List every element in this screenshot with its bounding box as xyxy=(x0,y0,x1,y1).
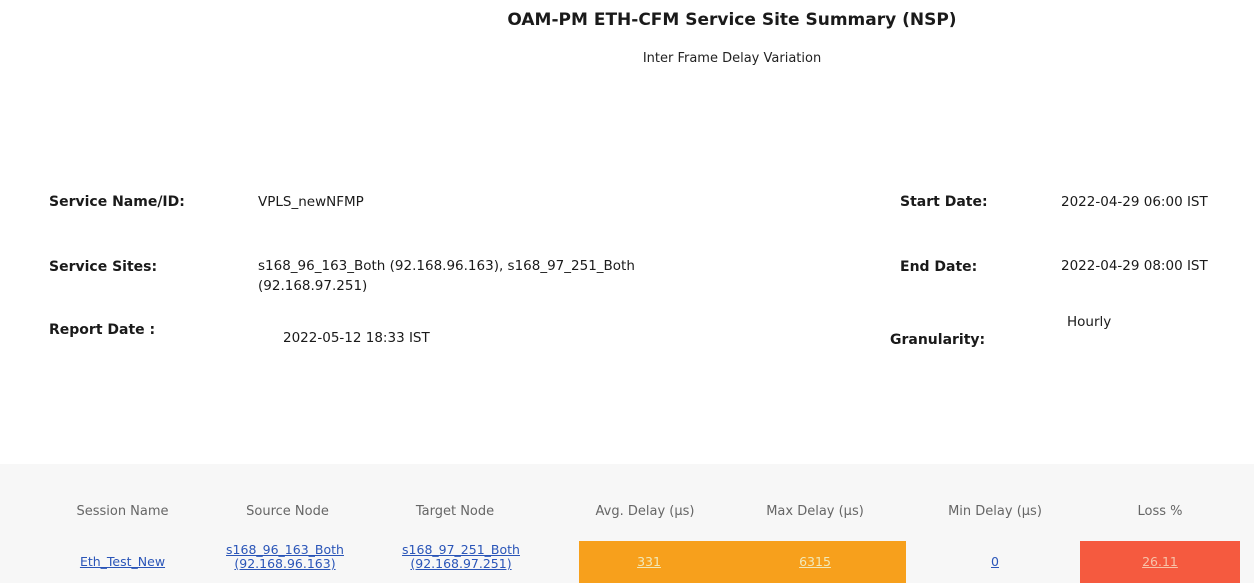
target-node-cell: s168_97_251_Both (92.168.97.251) xyxy=(381,541,541,583)
min-delay-link[interactable]: 0 xyxy=(991,554,999,569)
service-name-value: VPLS_newNFMP xyxy=(258,194,364,210)
column-header-target-node: Target Node xyxy=(415,504,495,519)
avg-delay-link[interactable]: 331 xyxy=(637,554,661,569)
target-node-ip: (92.168.97.251) xyxy=(410,556,512,571)
column-header-loss: Loss % xyxy=(1137,504,1183,519)
report-date-label: Report Date : xyxy=(49,322,156,338)
loss-cell: 26.11 xyxy=(1080,541,1240,583)
source-node-ip: (92.168.96.163) xyxy=(234,556,336,571)
avg-delay-cell: 331 xyxy=(579,541,719,583)
max-delay-link[interactable]: 6315 xyxy=(799,554,831,569)
min-delay-cell: 0 xyxy=(925,541,1065,583)
start-date-label: Start Date: xyxy=(900,194,988,210)
service-sites-line-1: s168_96_163_Both (92.168.96.163), s168_9… xyxy=(258,258,635,274)
service-sites-value: s168_96_163_Both (92.168.96.163), s168_9… xyxy=(258,256,778,296)
column-header-avg-delay: Avg. Delay (µs) xyxy=(595,504,695,519)
max-delay-cell: 6315 xyxy=(745,541,885,583)
column-header-session-name: Session Name xyxy=(76,504,169,519)
loss-link[interactable]: 26.11 xyxy=(1142,554,1178,569)
granularity-value: Hourly xyxy=(1067,314,1112,330)
report-subtitle: Inter Frame Delay Variation xyxy=(642,51,822,66)
target-node-link[interactable]: s168_97_251_Both (92.168.97.251) xyxy=(402,542,520,571)
service-sites-line-2: (92.168.97.251) xyxy=(258,278,368,294)
source-node-link[interactable]: s168_96_163_Both (92.168.96.163) xyxy=(226,542,344,571)
column-header-min-delay: Min Delay (µs) xyxy=(948,504,1042,519)
granularity-label: Granularity: xyxy=(890,332,986,348)
report-title: OAM-PM ETH-CFM Service Site Summary (NSP… xyxy=(507,10,957,30)
service-sites-label: Service Sites: xyxy=(49,259,158,275)
target-node-name: s168_97_251_Both xyxy=(402,542,520,557)
start-date-value: 2022-04-29 06:00 IST xyxy=(1061,194,1208,210)
service-name-label: Service Name/ID: xyxy=(49,194,185,210)
session-name-link[interactable]: Eth_Test_New xyxy=(80,554,165,569)
column-header-max-delay: Max Delay (µs) xyxy=(766,504,864,519)
report-date-value: 2022-05-12 18:33 IST xyxy=(283,330,430,346)
source-node-name: s168_96_163_Both xyxy=(226,542,344,557)
end-date-label: End Date: xyxy=(900,259,978,275)
end-date-value: 2022-04-29 08:00 IST xyxy=(1061,258,1208,274)
column-header-source-node: Source Node xyxy=(246,504,329,519)
session-name-cell: Eth_Test_New xyxy=(50,541,195,583)
source-node-cell: s168_96_163_Both (92.168.96.163) xyxy=(205,541,365,583)
